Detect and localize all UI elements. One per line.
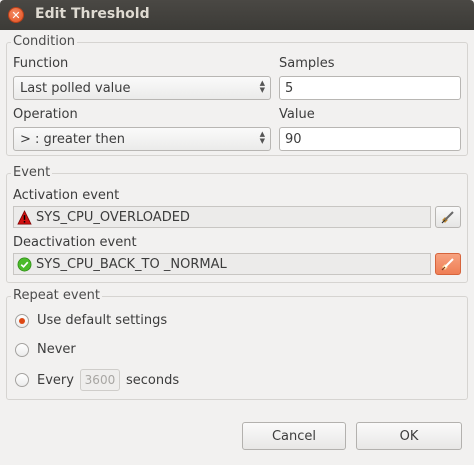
samples-label: Samples [279, 56, 335, 71]
title-bar: ✕ Edit Threshold [0, 0, 474, 30]
radio-label: Never [37, 342, 76, 357]
value-label: Value [279, 107, 315, 122]
activation-event-value: SYS_CPU_OVERLOADED [36, 209, 190, 225]
deactivation-event-field: SYS_CPU_BACK_TO _NORMAL [13, 253, 431, 275]
function-label: Function [13, 56, 69, 71]
spin-arrows-icon: ▲ ▼ [259, 79, 265, 94]
function-select[interactable]: Last polled value ▲ ▼ [13, 76, 271, 100]
radio-label: Use default settings [37, 313, 168, 328]
window-title: Edit Threshold [35, 6, 150, 22]
repeat-interval-unit: seconds [125, 372, 180, 388]
event-group-title: Event [11, 165, 53, 181]
select-deactivation-event-button[interactable] [435, 253, 461, 275]
check-circle-icon [17, 257, 32, 272]
radio-button[interactable] [15, 313, 29, 328]
samples-input[interactable]: 5 [279, 76, 461, 100]
repeat-interval-input[interactable]: 3600 [79, 369, 120, 391]
ok-button[interactable]: OK [356, 422, 462, 450]
radio-button[interactable] [15, 373, 29, 387]
radio-use-default-settings[interactable]: Use default settings [15, 313, 167, 328]
function-select-value: Last polled value [20, 80, 131, 96]
picker-icon [441, 258, 454, 271]
activation-event-field: SYS_CPU_OVERLOADED [13, 206, 431, 228]
operation-select[interactable]: > : greater then ▲ ▼ [13, 127, 271, 151]
warning-triangle-icon [17, 210, 32, 225]
close-button[interactable]: ✕ [8, 7, 24, 23]
value-input-value: 90 [285, 131, 302, 147]
cancel-button[interactable]: Cancel [242, 422, 346, 450]
samples-input-value: 5 [285, 80, 294, 96]
radio-label: Every [37, 372, 74, 388]
close-icon: ✕ [11, 8, 21, 22]
radio-button[interactable] [15, 342, 29, 357]
spin-arrows-icon: ▲ ▼ [259, 130, 265, 145]
picker-icon [441, 211, 454, 224]
radio-never[interactable]: Never [15, 342, 76, 357]
value-input[interactable]: 90 [279, 127, 461, 151]
operation-label: Operation [13, 107, 78, 122]
deactivation-event-value: SYS_CPU_BACK_TO _NORMAL [36, 256, 227, 272]
operation-select-value: > : greater then [20, 131, 125, 147]
repeat-event-group-title: Repeat event [11, 288, 102, 304]
radio-every[interactable]: Every 3600 seconds [15, 369, 179, 391]
select-activation-event-button[interactable] [435, 206, 461, 228]
activation-event-label: Activation event [13, 188, 120, 203]
edit-threshold-dialog: ✕ Edit Threshold Condition Function Last… [0, 0, 474, 465]
deactivation-event-label: Deactivation event [13, 235, 137, 250]
condition-group-title: Condition [11, 34, 78, 50]
